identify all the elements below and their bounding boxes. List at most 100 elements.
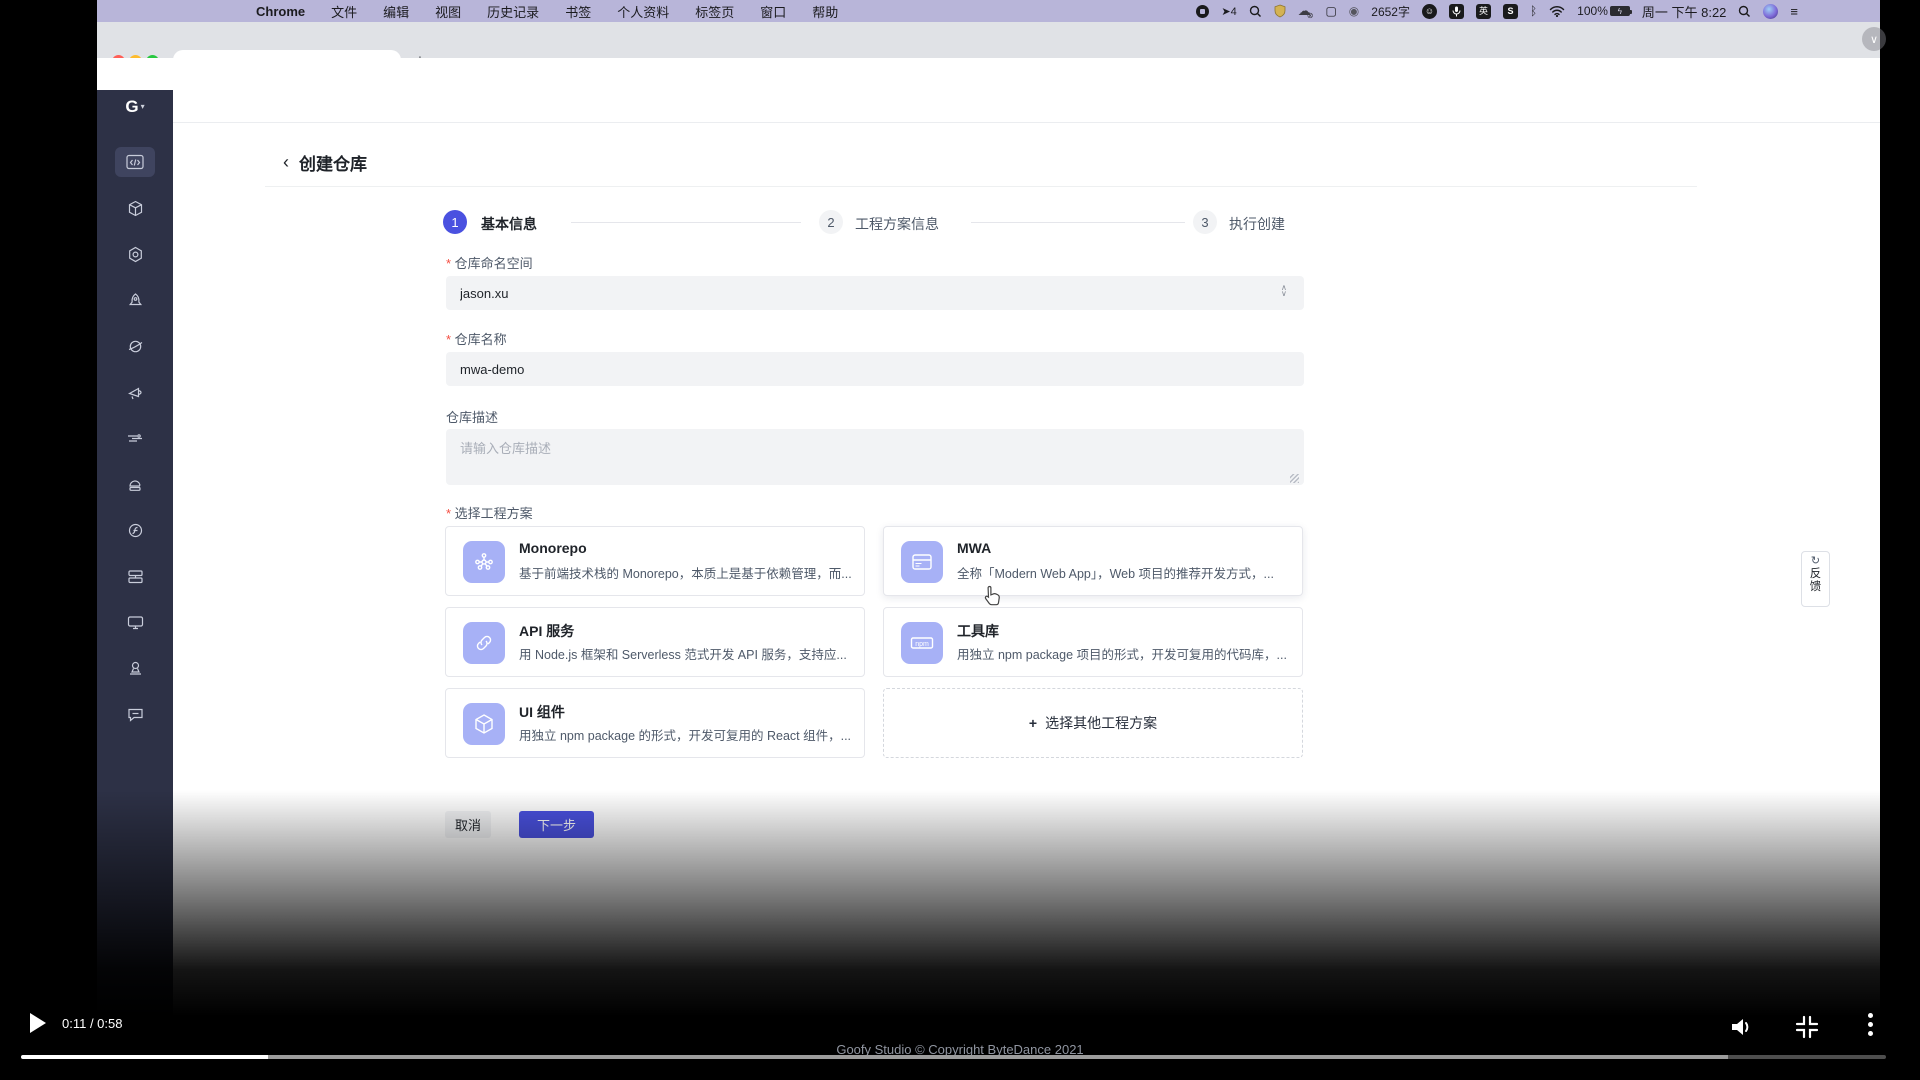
screen-record-icon[interactable] bbox=[1196, 4, 1210, 18]
chevron-down-icon: ▾ bbox=[140, 102, 145, 111]
step-1-label: 基本信息 bbox=[481, 216, 537, 232]
chrome-toolbar: ← → ↻ ⌂ studio.bytedance.net/space/218/r… bbox=[97, 58, 1880, 145]
menu-app-name[interactable]: Chrome bbox=[256, 4, 305, 19]
menu-item-window[interactable]: 窗口 bbox=[760, 2, 786, 21]
word-count-status[interactable]: 2652字 bbox=[1371, 3, 1410, 20]
volume-icon[interactable] bbox=[1728, 1014, 1754, 1040]
spotlight-icon[interactable] bbox=[1738, 5, 1751, 18]
sidebar-item-feedback-chat[interactable] bbox=[115, 699, 155, 729]
scheme-label: 选择工程方案 bbox=[446, 503, 533, 522]
step-connector bbox=[571, 222, 801, 223]
page-title: 创建仓库 bbox=[299, 155, 367, 174]
sidebar-item-layout[interactable] bbox=[115, 561, 155, 591]
microphone-icon[interactable] bbox=[1448, 3, 1464, 19]
playback-time: 0:11 / 0:58 bbox=[62, 1016, 123, 1031]
repo-name-label: 仓库名称 bbox=[446, 329, 507, 348]
sidebar-item-packages[interactable] bbox=[115, 239, 155, 269]
s-app-icon[interactable]: S bbox=[1502, 3, 1518, 19]
sidebar-item-pipeline[interactable] bbox=[115, 423, 155, 453]
app-sidebar: G ▾ bbox=[97, 90, 173, 1080]
scheme-card-mwa[interactable]: MWA 全称「Modern Web App」，Web 项目的推荐开发方式，... bbox=[883, 526, 1303, 596]
sidebar-item-planet[interactable] bbox=[115, 331, 155, 361]
sidebar-item-cloud-service[interactable] bbox=[115, 469, 155, 499]
repo-name-input[interactable] bbox=[446, 352, 1304, 386]
feedback-widget[interactable]: ↻ 反馈 bbox=[1801, 551, 1830, 607]
divider bbox=[265, 186, 1697, 187]
sidebar-item-announce[interactable] bbox=[115, 377, 155, 407]
menu-clock[interactable]: 周一 下午 8:22 bbox=[1642, 2, 1727, 21]
bluetooth-icon[interactable]: ᛒ bbox=[1530, 4, 1537, 18]
control-center-icon[interactable]: ≡ bbox=[1790, 4, 1798, 19]
next-step-button[interactable]: 下一步 bbox=[519, 811, 594, 838]
repo-desc-textarea[interactable] bbox=[446, 429, 1304, 485]
video-player-stage: Chrome 文件 编辑 视图 历史记录 书签 个人资料 标签页 窗口 帮助 ➤… bbox=[0, 0, 1920, 1080]
menu-item-bookmarks[interactable]: 书签 bbox=[565, 2, 591, 21]
wifi-icon[interactable] bbox=[1549, 5, 1565, 17]
select-stepper-icon[interactable]: ∧ ∨ bbox=[1281, 284, 1287, 298]
mouse-cursor-icon bbox=[984, 585, 1000, 606]
siri-icon[interactable] bbox=[1763, 3, 1779, 19]
cancel-button[interactable]: 取消 bbox=[445, 811, 491, 838]
repo-create-page: ‹ 创建仓库 1 基本信息 2 工程方案信息 3 执行创建 仓库命名空间 ∧∨ … bbox=[173, 123, 1880, 990]
menu-item-help[interactable]: 帮助 bbox=[812, 2, 838, 21]
ime-badge[interactable]: 英 bbox=[1475, 3, 1491, 19]
player-collapse-button[interactable]: ∨ bbox=[1862, 27, 1886, 51]
menu-item-file[interactable]: 文件 bbox=[331, 2, 357, 21]
sidebar-item-seal[interactable] bbox=[115, 653, 155, 683]
namespace-select[interactable] bbox=[446, 276, 1304, 310]
cloud-sync-off-icon[interactable]: ☁⊗ bbox=[1298, 3, 1314, 20]
other-scheme-card[interactable]: + 选择其他工程方案 bbox=[883, 688, 1303, 758]
back-chevron-icon[interactable]: ‹ bbox=[283, 152, 289, 173]
menu-item-edit[interactable]: 编辑 bbox=[383, 2, 409, 21]
macos-menu-bar: Chrome 文件 编辑 视图 历史记录 书签 个人资料 标签页 窗口 帮助 ➤… bbox=[97, 0, 1880, 22]
npm-icon: npm bbox=[901, 622, 943, 664]
plus-icon: + bbox=[1028, 715, 1038, 731]
workspace-logo[interactable]: G ▾ bbox=[97, 90, 173, 123]
zoom-lens-icon[interactable] bbox=[1249, 5, 1262, 18]
sidebar-item-monitor[interactable] bbox=[115, 607, 155, 637]
camera-dot-icon[interactable]: ◉ bbox=[1349, 4, 1359, 18]
resize-grip-icon[interactable] bbox=[1290, 474, 1299, 483]
scheme-card-ui[interactable]: UI 组件 用独立 npm package 的形式，开发可复用的 React 组… bbox=[445, 688, 865, 758]
battery-icon: ϟ bbox=[1609, 6, 1632, 16]
play-button[interactable] bbox=[30, 1013, 46, 1033]
menu-item-history[interactable]: 历史记录 bbox=[487, 2, 539, 21]
screen-recording-frame: Chrome 文件 编辑 视图 历史记录 书签 个人资料 标签页 窗口 帮助 ➤… bbox=[97, 0, 1880, 1080]
location-arrow-icon[interactable]: ➤4 bbox=[1221, 5, 1236, 18]
mwa-browser-icon bbox=[901, 541, 943, 583]
svg-text:npm: npm bbox=[915, 641, 929, 648]
step-1-circle: 1 bbox=[443, 210, 467, 234]
sidebar-item-repos[interactable] bbox=[115, 147, 155, 177]
sidebar-item-functions[interactable] bbox=[115, 515, 155, 545]
player-menu-icon[interactable] bbox=[1868, 1013, 1873, 1036]
sidebar-item-artifacts[interactable] bbox=[115, 193, 155, 223]
cube-icon bbox=[463, 703, 505, 745]
scheme-card-api[interactable]: API 服务 用 Node.js 框架和 Serverless 范式开发 API… bbox=[445, 607, 865, 677]
chrome-tab-strip: G 创建仓库 ✕ + bbox=[97, 22, 1880, 80]
app-header: Goofy Studio 搜索团队、仓库、任务 ⌘ K ↓客户端∨ 使用文档 文… bbox=[97, 90, 1880, 210]
step-2-label: 工程方案信息 bbox=[855, 216, 939, 232]
exit-fullscreen-icon[interactable] bbox=[1794, 1014, 1820, 1040]
seek-bar-buffered[interactable] bbox=[268, 1055, 1728, 1059]
step-3-circle: 3 bbox=[1193, 210, 1217, 234]
repo-desc-label: 仓库描述 bbox=[446, 410, 499, 425]
namespace-label: 仓库命名空间 bbox=[446, 253, 533, 272]
monorepo-icon bbox=[463, 541, 505, 583]
sidebar-item-launch[interactable] bbox=[115, 285, 155, 315]
seek-bar-played[interactable] bbox=[21, 1055, 268, 1059]
menu-item-view[interactable]: 视图 bbox=[435, 2, 461, 21]
api-link-icon bbox=[463, 622, 505, 664]
step-indicator: 1 基本信息 2 工程方案信息 3 执行创建 bbox=[173, 210, 1880, 234]
seek-bar-remaining[interactable] bbox=[1728, 1055, 1886, 1059]
window-shape-icon[interactable]: ▢ bbox=[1325, 4, 1336, 18]
step-3-label: 执行创建 bbox=[1229, 216, 1285, 232]
emoji-app-icon[interactable]: ☺ bbox=[1421, 3, 1437, 19]
menu-item-profiles[interactable]: 个人资料 bbox=[617, 2, 669, 21]
scheme-card-toolkit[interactable]: npm 工具库 用独立 npm package 项目的形式，开发可复用的代码库，… bbox=[883, 607, 1303, 677]
menu-item-tabs[interactable]: 标签页 bbox=[695, 2, 734, 21]
shield-icon[interactable] bbox=[1274, 4, 1286, 18]
step-connector bbox=[971, 222, 1185, 223]
battery-status[interactable]: 100% ϟ bbox=[1577, 4, 1632, 18]
step-2-circle: 2 bbox=[819, 210, 843, 234]
scheme-card-monorepo[interactable]: Monorepo 基于前端技术栈的 Monorepo，本质上是基于依赖管理，而.… bbox=[445, 526, 865, 596]
